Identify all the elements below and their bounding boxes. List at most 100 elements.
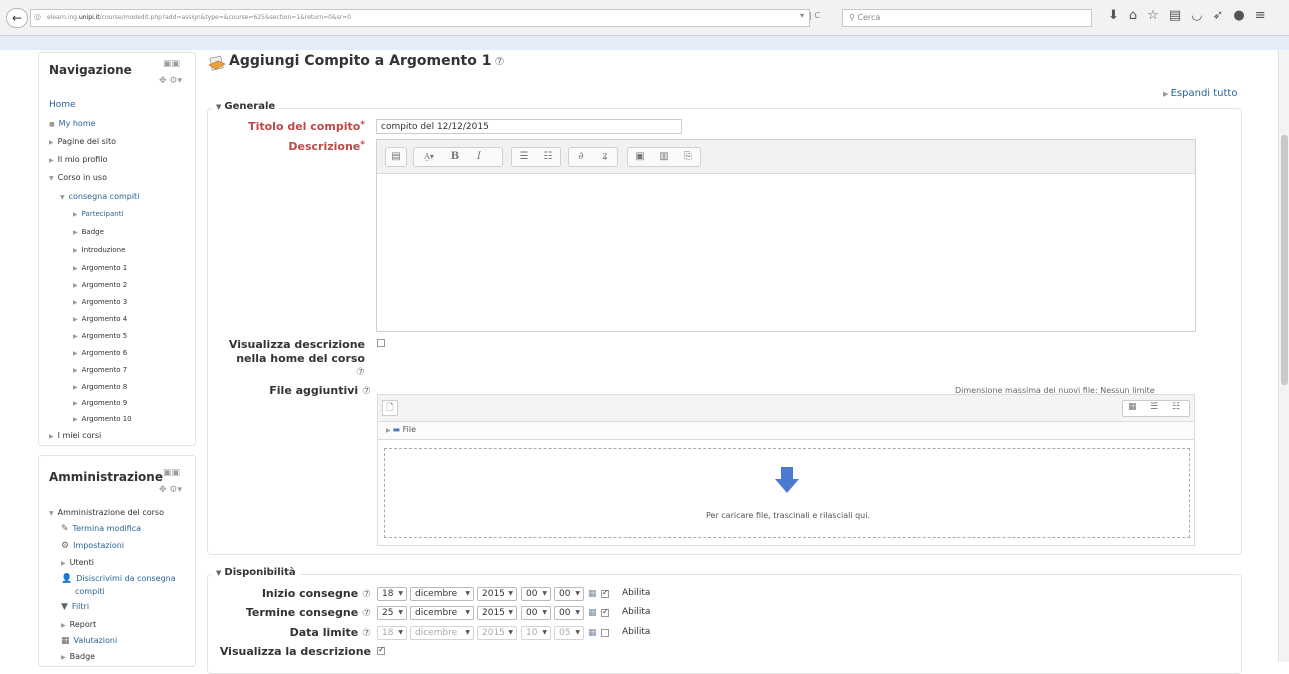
description-editor[interactable]: ▤ A̲▾ B I ☰ ☷ ∂ ʑ ▣ ▥ ⎘ bbox=[376, 139, 1196, 332]
download-icon[interactable]: ⬇ bbox=[1108, 8, 1129, 23]
admin-item-course-admin[interactable]: ▼ Amministrazione del corso bbox=[49, 508, 164, 517]
enable-checkbox[interactable] bbox=[601, 607, 609, 617]
nav-item-topic[interactable]: ▶ Argomento 5 bbox=[73, 332, 127, 340]
generale-legend[interactable]: ▼ Generale bbox=[212, 101, 280, 112]
nav-item-topic[interactable]: ▶ Argomento 1 bbox=[73, 264, 127, 272]
admin-item-reports[interactable]: ▶ Report bbox=[61, 620, 96, 629]
scrollbar-thumb[interactable] bbox=[1281, 135, 1288, 385]
nav-item-topic[interactable]: ▶ Argomento 6 bbox=[73, 349, 127, 357]
nav-item-topic[interactable]: ▶ Argomento 4 bbox=[73, 315, 127, 323]
nav-item-site-pages[interactable]: ▶ Pagine del sito bbox=[49, 137, 116, 146]
home-icon[interactable]: ⌂ bbox=[1129, 8, 1147, 23]
nav-item-topic[interactable]: ▶ Argomento 8 bbox=[73, 383, 127, 391]
hour-select[interactable]: 00 ▼ bbox=[521, 606, 551, 620]
month-select[interactable]: dicembre ▼ bbox=[410, 626, 474, 640]
media-icon[interactable]: ▥ bbox=[655, 150, 673, 164]
admin-item-users[interactable]: ▶ Utenti bbox=[61, 558, 94, 567]
bookmarks-icon[interactable]: ▤ bbox=[1169, 8, 1191, 23]
enable-checkbox[interactable] bbox=[601, 629, 609, 637]
nav-item-current-course[interactable]: ▼ Corso in uso bbox=[49, 173, 107, 182]
year-select[interactable]: 2015 ▼ bbox=[477, 587, 517, 601]
minute-select[interactable]: 00 ▼ bbox=[554, 606, 584, 620]
help-icon: ⑦ bbox=[362, 608, 371, 619]
title-input[interactable] bbox=[376, 119, 682, 134]
nav-item-home[interactable]: Home bbox=[49, 100, 76, 110]
reload-icon[interactable]: ▾ | C bbox=[800, 11, 820, 20]
icons-view-icon[interactable]: ▦ bbox=[1128, 402, 1137, 412]
admin-item-filters[interactable]: ▼ Filtri bbox=[61, 602, 89, 612]
paragraph-style-icon[interactable]: A̲▾ bbox=[416, 150, 442, 164]
admin-item-unenrol[interactable]: 👤 Disiscrivimi da consegna bbox=[61, 574, 176, 584]
unordered-list-icon[interactable]: ☰ bbox=[515, 150, 533, 164]
file-manager-icon[interactable]: ⎘ bbox=[679, 150, 697, 164]
pencil-icon: ✎ bbox=[61, 524, 69, 534]
month-select[interactable]: dicembre ▼ bbox=[410, 606, 474, 620]
search-input[interactable]: ⚲ Cerca bbox=[842, 9, 1092, 27]
back-arrow-icon[interactable]: ← bbox=[6, 8, 28, 28]
block-actions-icon[interactable]: ✥ ⚙▾ bbox=[159, 76, 182, 86]
nav-item-topic[interactable]: ▶ Argomento 7 bbox=[73, 366, 127, 374]
italic-icon[interactable]: I bbox=[470, 150, 488, 164]
show-description-checkbox[interactable] bbox=[377, 339, 385, 347]
tree-view-icon[interactable]: ☷ bbox=[1172, 402, 1180, 412]
folder-path[interactable]: ▶ ▬ File bbox=[377, 422, 1195, 440]
admin-item-grades[interactable]: ▦ Valutazioni bbox=[61, 636, 117, 646]
enable-checkbox[interactable] bbox=[601, 588, 609, 598]
hour-select[interactable]: 10 ▼ bbox=[521, 626, 551, 640]
admin-item-settings[interactable]: ⚙ Impostazioni bbox=[61, 541, 124, 551]
nav-item-badges[interactable]: ▶ Badge bbox=[73, 228, 104, 236]
address-bar[interactable]: elearn.ing.unipi.it/course/modedit.php?a… bbox=[30, 9, 810, 27]
ordered-list-icon[interactable]: ☷ bbox=[539, 150, 557, 164]
nav-item-topic[interactable]: ▶ Argomento 2 bbox=[73, 281, 127, 289]
calendar-icon[interactable]: ▦ bbox=[588, 589, 598, 599]
admin-item-unenrol-cont[interactable]: compiti bbox=[75, 587, 105, 596]
browser-toolbar-icons[interactable]: ⬇⌂☆▤◡➶●≡ bbox=[1108, 8, 1276, 23]
calendar-icon[interactable]: ▦ bbox=[588, 608, 598, 618]
expand-all-link[interactable]: ▶ Espandi tutto bbox=[1163, 88, 1237, 99]
page-scrollbar[interactable] bbox=[1278, 50, 1289, 662]
month-select[interactable]: dicembre ▼ bbox=[410, 587, 474, 601]
nav-item-topic[interactable]: ▶ Argomento 9 bbox=[73, 399, 127, 407]
year-select[interactable]: 2015 ▼ bbox=[477, 606, 517, 620]
day-select[interactable]: 18 ▼ bbox=[377, 626, 407, 640]
minute-select[interactable]: 05 ▼ bbox=[554, 626, 584, 640]
toolbar-toggle-icon[interactable]: ▤ bbox=[387, 150, 405, 164]
admin-item-badges[interactable]: ▶ Badge bbox=[61, 652, 95, 661]
day-select[interactable]: 18 ▼ bbox=[377, 587, 407, 601]
nav-item-topic[interactable]: ▶ Argomento 10 bbox=[73, 415, 132, 423]
block-dock-icon[interactable]: ▣▣ bbox=[163, 468, 180, 478]
nav-item-my-home[interactable]: ■ My home bbox=[49, 119, 96, 128]
bold-icon[interactable]: B bbox=[446, 150, 464, 164]
link-icon[interactable]: ∂ bbox=[572, 150, 590, 164]
menu-icon[interactable]: ≡ bbox=[1255, 8, 1276, 23]
help-icon[interactable]: ⑦ bbox=[494, 55, 504, 68]
image-icon[interactable]: ▣ bbox=[631, 150, 649, 164]
nav-item-participants[interactable]: ▶ Partecipanti bbox=[73, 210, 123, 218]
block-actions-icon[interactable]: ✥ ⚙▾ bbox=[159, 485, 182, 495]
pocket-icon[interactable]: ◡ bbox=[1191, 8, 1212, 23]
year-select[interactable]: 2015 ▼ bbox=[477, 626, 517, 640]
file-drop-zone[interactable]: Per caricare file, trascinali e rilascia… bbox=[377, 440, 1195, 546]
editor-content-area[interactable] bbox=[377, 175, 1195, 331]
availability-legend[interactable]: ▼ Disponibilità bbox=[212, 567, 300, 578]
send-icon[interactable]: ➶ bbox=[1212, 8, 1233, 23]
block-dock-icon[interactable]: ▣▣ bbox=[163, 59, 180, 69]
help-icon[interactable]: ⑦ bbox=[220, 365, 365, 378]
nav-item-introduction[interactable]: ▶ Introduzione bbox=[73, 246, 125, 254]
nav-item-my-profile[interactable]: ▶ Il mio profilo bbox=[49, 155, 107, 164]
nav-item-topic[interactable]: ▶ Argomento 3 bbox=[73, 298, 127, 306]
list-view-icon[interactable]: ☰ bbox=[1150, 402, 1158, 412]
site-info-icon[interactable]: ◎ bbox=[34, 12, 41, 21]
unlink-icon[interactable]: ʑ bbox=[596, 150, 614, 164]
nav-item-course[interactable]: ▼ consegna compiti bbox=[60, 192, 139, 201]
minute-select[interactable]: 00 ▼ bbox=[554, 587, 584, 601]
always-show-description-checkbox[interactable] bbox=[377, 645, 385, 655]
day-select[interactable]: 25 ▼ bbox=[377, 606, 407, 620]
hour-select[interactable]: 00 ▼ bbox=[521, 587, 551, 601]
admin-item-end-editing[interactable]: ✎ Termina modifica bbox=[61, 524, 141, 534]
calendar-icon[interactable]: ▦ bbox=[588, 628, 598, 638]
star-icon[interactable]: ☆ bbox=[1147, 8, 1169, 23]
add-file-icon[interactable]: 🗋 bbox=[382, 400, 398, 416]
nav-item-my-courses[interactable]: ▶ I miei corsi bbox=[49, 431, 101, 440]
chat-icon[interactable]: ● bbox=[1233, 8, 1254, 23]
